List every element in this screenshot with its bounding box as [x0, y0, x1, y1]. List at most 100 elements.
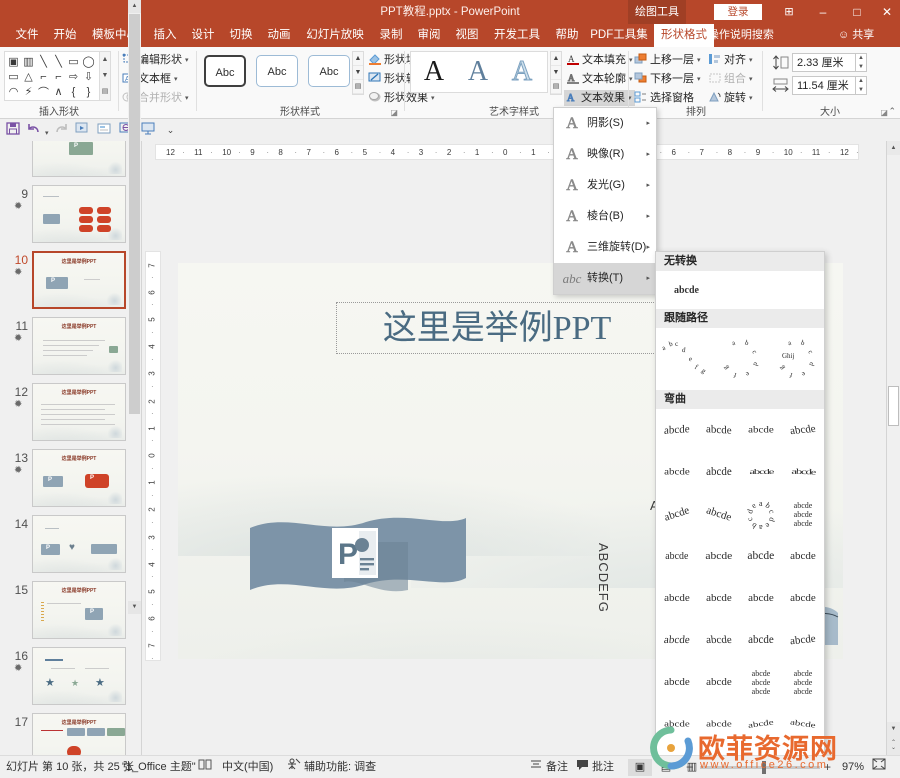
- start-from-beginning-icon[interactable]: [74, 122, 91, 138]
- shape-item-3[interactable]: ╲: [51, 54, 66, 69]
- ribbon-tab-7[interactable]: 幻灯片放映: [300, 24, 370, 47]
- ribbon-tab-12[interactable]: 帮助: [550, 24, 584, 47]
- text-fill-button[interactable]: A 文本填充 ▾: [566, 52, 633, 68]
- shape-item-13[interactable]: ⚡: [21, 84, 36, 99]
- horizontal-ruler[interactable]: 12·11·10·9·8·7·6·5·4·3·2·1·0·1·2·3·4·5·6…: [142, 144, 886, 160]
- thumbnail-scroll-thumb[interactable]: [129, 14, 140, 414]
- ribbon-tab-5[interactable]: 切换: [224, 24, 258, 47]
- thumbnail-preview[interactable]: 这里是举例PPT: [32, 713, 126, 755]
- undo-icon[interactable]: [26, 122, 43, 138]
- thumbnail-preview[interactable]: 这里是举例PPT: [32, 449, 126, 507]
- slide-thumbnail-pane[interactable]: 8这里是举例PPT9✹10✹这里是举例PPT11✹这里是举例PPT12✹这里是举…: [0, 141, 142, 755]
- shape-item-8[interactable]: ⌐: [36, 69, 51, 84]
- thumbnail-scroll-down[interactable]: ▼: [128, 601, 141, 614]
- animation-star-icon[interactable]: ✹: [14, 333, 22, 344]
- transform-path-option-1[interactable]: abcdefg: [712, 328, 768, 390]
- fit-to-window-icon[interactable]: [872, 756, 886, 778]
- transform-warp-option-3-0[interactable]: abcde: [656, 535, 698, 577]
- thumbnail-slide-13[interactable]: 13 ✹ 这里是举例PPT: [0, 449, 141, 515]
- ribbon-tab-6[interactable]: 动画: [262, 24, 296, 47]
- transform-warp-option-2-2[interactable]: abcdeabcde: [740, 493, 782, 535]
- thumbnail-scrollbar[interactable]: ▲ ▼: [128, 0, 141, 614]
- view-sorter-button[interactable]: ▤: [654, 759, 678, 776]
- zoom-slider-knob[interactable]: [762, 761, 766, 774]
- transform-warp-option-7-1[interactable]: abcde: [698, 703, 740, 745]
- comments-icon[interactable]: [576, 756, 589, 778]
- text-effects-item-2[interactable]: A 发光(G) ▸: [554, 170, 656, 201]
- align-button[interactable]: 对齐 ▾: [708, 52, 753, 68]
- text-effects-item-1[interactable]: A 映像(R) ▸: [554, 139, 656, 170]
- ribbon-tab-0[interactable]: 文件: [10, 24, 44, 47]
- transform-warp-option-3-1[interactable]: abcde: [698, 535, 740, 577]
- text-effects-dropdown[interactable]: A 阴影(S) ▸ A 映像(R) ▸ A 发光(G) ▸ A 棱台(B) ▸ A 三维旋转(D) ▸ abc…: [553, 107, 657, 295]
- notes-icon[interactable]: [530, 756, 542, 778]
- shape-item-17[interactable]: }: [81, 84, 96, 99]
- transform-warp-option-0-2[interactable]: abcde: [740, 409, 782, 451]
- shape-height-spinner[interactable]: ▲ ▼: [856, 53, 867, 72]
- ribbon-tab-3[interactable]: 插入: [148, 24, 182, 47]
- more-icon[interactable]: ⌄: [162, 122, 179, 138]
- transform-submenu[interactable]: 无转换 abcde 跟随路径 a b c d e f g a b c d e f g a b c d e f g Ghij 弯曲 a…: [655, 251, 825, 778]
- shape-styles-dialog-launcher[interactable]: ◪: [390, 108, 398, 117]
- theme-status[interactable]: "1_Office 主题": [122, 756, 196, 778]
- shape-item-10[interactable]: ⇨: [66, 69, 81, 84]
- shape-style-preset-2[interactable]: Abc: [256, 55, 298, 87]
- shape-item-6[interactable]: ▭: [6, 69, 21, 84]
- thumbnail-preview[interactable]: 这里是举例PPT: [32, 141, 126, 177]
- transform-warp-option-2-3[interactable]: abcde abcde abcde: [782, 493, 824, 535]
- next-slide-button[interactable]: ⌄: [887, 741, 900, 755]
- text-effects-item-5[interactable]: abc 转换(T) ▸: [554, 263, 656, 294]
- thumbnail-scroll-up[interactable]: ▲: [128, 0, 141, 13]
- transform-path-option-2[interactable]: a b c d e f g Ghij: [768, 328, 824, 390]
- save-icon[interactable]: [4, 122, 21, 138]
- shape-width-input[interactable]: 11.54 厘米: [792, 76, 856, 95]
- shape-item-1[interactable]: ▥: [21, 54, 36, 69]
- accessibility-status[interactable]: 辅助功能: 调查: [304, 756, 376, 778]
- shape-styles-stepper[interactable]: ▲ ▼ ▤: [352, 51, 364, 95]
- notes-button[interactable]: 备注: [546, 756, 568, 778]
- thumbnail-slide-10[interactable]: 10 ✹ 这里是举例PPT: [0, 251, 141, 317]
- thumbnail-slide-14[interactable]: 14 ♥: [0, 515, 141, 581]
- shape-item-7[interactable]: △: [21, 69, 36, 84]
- shape-item-4[interactable]: ▭: [66, 54, 81, 69]
- scroll-up-button[interactable]: ▲: [887, 141, 900, 155]
- shape-item-2[interactable]: ╲: [36, 54, 51, 69]
- slide-title-text[interactable]: 这里是举例PPT: [337, 303, 657, 353]
- ribbon-tab-11[interactable]: 开发工具: [488, 24, 546, 47]
- shape-width-spinner[interactable]: ▲ ▼: [856, 76, 867, 95]
- scroll-down-button[interactable]: ▼: [887, 722, 900, 736]
- maximize-button[interactable]: □: [840, 0, 874, 24]
- size-dialog-launcher[interactable]: ◪: [880, 108, 888, 117]
- transform-warp-option-4-0[interactable]: abcde: [656, 577, 698, 619]
- ribbon-tab-4[interactable]: 设计: [186, 24, 220, 47]
- scroll-thumb[interactable]: [888, 386, 899, 426]
- thumbnail-slide-9[interactable]: 9 ✹: [0, 185, 141, 251]
- tell-me-search[interactable]: ♡ 操作说明搜索: [694, 24, 774, 47]
- zoom-level-label[interactable]: 97%: [842, 756, 864, 778]
- transform-warp-option-2-0[interactable]: abcde: [656, 493, 698, 535]
- transform-warp-option-1-2[interactable]: abcde: [740, 451, 782, 493]
- ribbon-tab-9[interactable]: 审阅: [412, 24, 446, 47]
- animation-star-icon[interactable]: ✹: [14, 201, 22, 212]
- ribbon-tab-13[interactable]: PDF工具集: [588, 24, 650, 47]
- transform-warp-option-6-3[interactable]: abcde abcde abcde: [782, 661, 824, 703]
- transform-warp-option-6-1[interactable]: abcde: [698, 661, 740, 703]
- transform-path-option-0[interactable]: abcdefg: [656, 328, 712, 390]
- shape-style-preset-3[interactable]: Abc: [308, 55, 350, 87]
- thumbnail-preview[interactable]: ♥: [32, 515, 126, 573]
- shape-item-11[interactable]: ⇩: [81, 69, 96, 84]
- vertical-text-shape[interactable]: ABCDEFG: [596, 543, 611, 613]
- shape-style-preset-1[interactable]: Abc: [204, 55, 246, 87]
- powerpoint-flag-graphic[interactable]: P: [248, 508, 468, 600]
- transform-warp-option-7-3[interactable]: abcde: [782, 703, 824, 745]
- thumbnail-preview[interactable]: ★ ★ ★: [32, 647, 126, 705]
- accessibility-icon[interactable]: [286, 756, 301, 778]
- proofing-icon[interactable]: [198, 756, 212, 778]
- shape-item-14[interactable]: ⌒: [36, 84, 51, 99]
- transform-warp-option-3-2[interactable]: abcde: [740, 535, 782, 577]
- vertical-ruler[interactable]: 7 · 6 · 5 · 4 · 3 · 2 · 1 · 0 · 1 · 2 · 3 · 4 · 5 · 6 · 7 ·: [145, 251, 161, 661]
- thumbnail-slide-8[interactable]: 8这里是举例PPT: [0, 141, 141, 185]
- transform-warp-option-7-0[interactable]: abcde: [656, 703, 698, 745]
- transform-warp-option-0-0[interactable]: abcde: [656, 409, 698, 451]
- shape-item-5[interactable]: ◯: [81, 54, 96, 69]
